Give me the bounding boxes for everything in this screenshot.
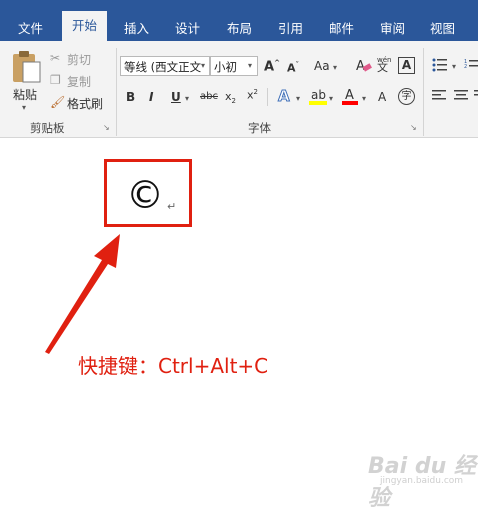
phonetic-guide-char: 文 xyxy=(377,61,388,74)
shortcut-caption: 快捷键：Ctrl+Alt+C xyxy=(78,354,269,378)
align-center-icon[interactable] xyxy=(454,90,468,102)
clipboard-launcher-icon[interactable]: ↘ xyxy=(103,123,110,132)
tab-view[interactable]: 视图 xyxy=(430,18,455,37)
copy-icon: ❐ xyxy=(50,73,61,87)
font-name-dropdown-icon[interactable]: ▾ xyxy=(201,61,205,70)
change-case-dropdown-icon[interactable]: ▾ xyxy=(333,63,337,72)
copyright-symbol: © xyxy=(126,173,164,217)
tab-file[interactable]: 文件 xyxy=(18,18,43,37)
shrink-font-icon[interactable]: Aˇ xyxy=(287,61,299,75)
underline-dropdown-icon[interactable]: ▾ xyxy=(185,94,189,103)
tab-references[interactable]: 引用 xyxy=(278,18,303,37)
subscript-icon[interactable]: x2 xyxy=(225,90,236,105)
format-painter-button[interactable]: 格式刷 xyxy=(67,95,103,112)
text-effects-icon[interactable]: A xyxy=(278,87,291,106)
clipboard-group-label: 剪贴板 xyxy=(30,121,65,135)
highlight-icon[interactable]: ab xyxy=(309,86,327,106)
font-row-separator xyxy=(267,88,268,106)
character-shading-icon[interactable]: A xyxy=(378,90,386,104)
underline-icon[interactable]: U xyxy=(171,90,181,104)
paste-dropdown-icon[interactable]: ▾ xyxy=(22,103,26,112)
font-size-dropdown-icon[interactable]: ▾ xyxy=(248,61,252,70)
tab-home[interactable]: 开始 xyxy=(62,11,108,41)
bullets-dropdown-icon[interactable]: ▾ xyxy=(452,62,456,71)
align-right-icon[interactable] xyxy=(474,90,478,102)
phonetic-guide-icon[interactable]: wén 文 xyxy=(377,56,391,73)
red-arrow-icon xyxy=(45,234,120,354)
italic-icon[interactable]: I xyxy=(149,90,153,104)
copy-button[interactable]: 复制 xyxy=(67,73,91,90)
numbering-icon[interactable]: 1 2 xyxy=(464,58,478,72)
group-separator xyxy=(116,48,117,136)
clear-formatting-icon[interactable]: A xyxy=(356,57,372,73)
tab-mailings[interactable]: 邮件 xyxy=(329,18,354,37)
character-border-icon[interactable]: A xyxy=(398,57,415,74)
format-painter-icon: 🖌 xyxy=(50,95,66,109)
svg-text:A: A xyxy=(345,88,354,103)
paste-icon[interactable] xyxy=(10,50,42,84)
font-color-icon[interactable]: A xyxy=(342,86,358,106)
strikethrough-icon[interactable]: abc xyxy=(200,91,218,102)
tab-layout[interactable]: 布局 xyxy=(227,18,252,37)
tab-review[interactable]: 审阅 xyxy=(380,18,405,37)
cut-button[interactable]: 剪切 xyxy=(67,51,91,68)
bullets-icon[interactable] xyxy=(432,58,448,72)
bold-icon[interactable]: B xyxy=(126,90,135,104)
tab-design[interactable]: 设计 xyxy=(175,18,200,37)
align-left-icon[interactable] xyxy=(432,90,446,102)
font-launcher-icon[interactable]: ↘ xyxy=(410,123,417,132)
superscript-icon[interactable]: x2 xyxy=(247,88,258,102)
svg-text:ab: ab xyxy=(311,88,326,102)
font-group-label: 字体 xyxy=(248,121,271,135)
grow-font-icon[interactable]: A^ xyxy=(264,59,280,74)
change-case-icon[interactable]: Aa xyxy=(314,59,330,73)
text-effects-dropdown-icon[interactable]: ▾ xyxy=(296,94,300,103)
enclose-characters-icon[interactable]: 字 xyxy=(398,88,415,105)
tab-insert[interactable]: 插入 xyxy=(124,18,149,37)
svg-text:2: 2 xyxy=(464,64,467,70)
highlight-dropdown-icon[interactable]: ▾ xyxy=(329,94,333,103)
paste-button[interactable]: 粘贴 xyxy=(13,86,37,103)
font-color-dropdown-icon[interactable]: ▾ xyxy=(362,94,366,103)
paragraph-mark: ↵ xyxy=(167,200,177,213)
font-name-combo[interactable]: 等线 (西文正文 xyxy=(120,56,210,76)
scissors-icon: ✂ xyxy=(50,51,61,65)
watermark-url: jingyan.baidu.com xyxy=(380,476,464,486)
svg-text:A: A xyxy=(356,59,365,73)
group-separator xyxy=(423,48,424,136)
